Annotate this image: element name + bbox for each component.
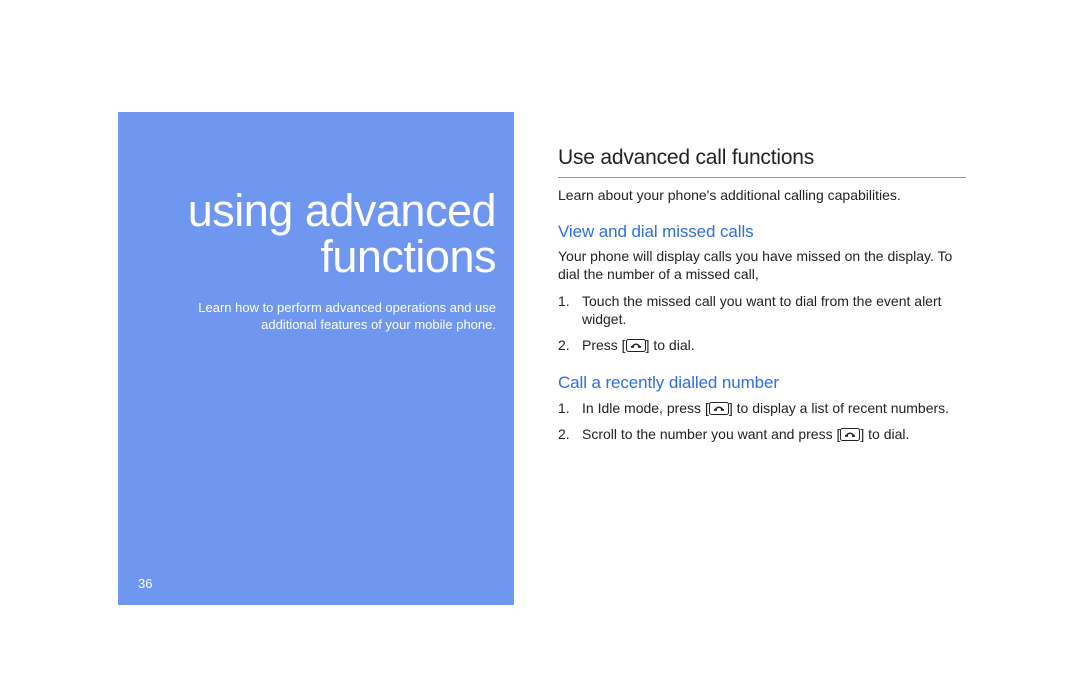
step-list: In Idle mode, press [ ] to display a list… (558, 399, 966, 443)
step-text-pre: In Idle mode, press [ (582, 400, 709, 416)
chapter-subtitle: Learn how to perform advanced operations… (198, 299, 496, 334)
step-item: Press [ ] to dial. (558, 336, 966, 354)
subsection-heading: Call a recently dialled number (558, 373, 966, 393)
section-intro: Learn about your phone's additional call… (558, 186, 966, 204)
subsection-heading: View and dial missed calls (558, 222, 966, 242)
call-key-icon (840, 428, 860, 441)
step-list: Touch the missed call you want to dial f… (558, 292, 966, 355)
chapter-title: using advanced functions (188, 188, 496, 281)
call-key-icon (626, 339, 646, 352)
call-key-icon (709, 402, 729, 415)
step-item: In Idle mode, press [ ] to display a list… (558, 399, 966, 417)
content-column: Use advanced call functions Learn about … (558, 112, 966, 605)
chapter-panel: using advanced functions Learn how to pe… (118, 112, 514, 605)
body-text: Your phone will display calls you have m… (558, 248, 966, 284)
step-text-pre: Press [ (582, 337, 626, 353)
step-item: Touch the missed call you want to dial f… (558, 292, 966, 328)
page-number: 36 (138, 576, 152, 591)
step-item: Scroll to the number you want and press … (558, 425, 966, 443)
step-text-pre: Scroll to the number you want and press … (582, 426, 840, 442)
section-heading: Use advanced call functions (558, 146, 966, 178)
step-text-post: ] to dial. (646, 337, 695, 353)
step-text: Touch the missed call you want to dial f… (582, 293, 942, 327)
step-text-post: ] to dial. (860, 426, 909, 442)
step-text-post: ] to display a list of recent numbers. (729, 400, 949, 416)
